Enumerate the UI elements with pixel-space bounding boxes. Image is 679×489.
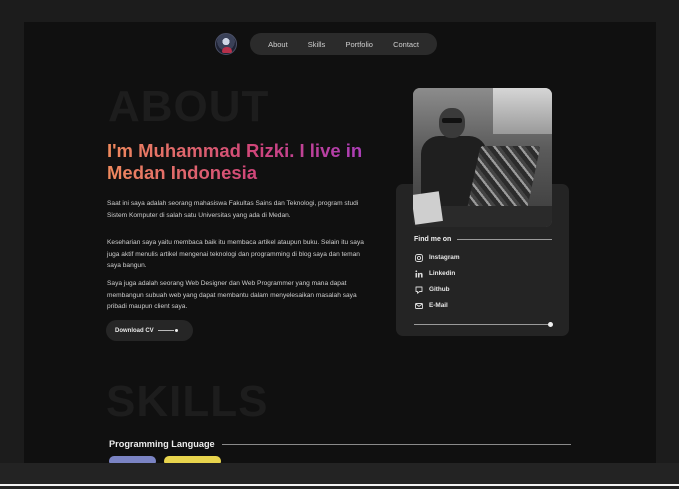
top-nav: About Skills Portfolio Contact — [250, 33, 437, 55]
social-link-label: E-Mail — [429, 302, 448, 309]
about-paragraph-3: Saya juga adalah seorang Web Designer da… — [107, 280, 357, 310]
find-me-header: Find me on — [414, 236, 552, 243]
github-icon — [414, 285, 423, 294]
skill-chip — [109, 456, 156, 463]
divider — [0, 484, 679, 486]
instagram-icon — [414, 253, 423, 262]
social-link-label: Linkedin — [429, 270, 456, 277]
divider — [221, 443, 571, 445]
find-me-title: Find me on — [414, 236, 452, 243]
social-link-label: Github — [429, 286, 450, 293]
avatar[interactable] — [215, 33, 237, 55]
social-link-label: Instagram — [429, 254, 460, 261]
social-link-instagram[interactable]: Instagram — [414, 253, 460, 262]
slider-track — [414, 324, 548, 325]
social-link-github[interactable]: Github — [414, 285, 450, 294]
social-link-email[interactable]: E-Mail — [414, 301, 448, 310]
profile-photo — [413, 88, 552, 227]
email-icon — [414, 301, 423, 310]
nav-contact[interactable]: Contact — [393, 40, 419, 49]
skill-chip — [164, 456, 221, 463]
portfolio-page: About Skills Portfolio Contact ABOUT I'm… — [24, 22, 656, 463]
card-slider[interactable] — [414, 322, 553, 327]
nav-skills[interactable]: Skills — [308, 40, 326, 49]
programming-language-title: Programming Language — [109, 439, 215, 449]
arrow-dot-icon — [174, 329, 178, 332]
nav-about[interactable]: About — [268, 40, 288, 49]
about-paragraph-2: Keseharian saya yaitu membaca baik itu m… — [107, 239, 364, 269]
about-paragraph-1: Saat ini saya adalah seorang mahasiswa F… — [107, 200, 359, 219]
nav-portfolio[interactable]: Portfolio — [345, 40, 373, 49]
social-link-linkedin[interactable]: Linkedin — [414, 269, 455, 278]
skills-ghost-title: SKILLS — [106, 377, 269, 426]
arrow-line-icon — [157, 330, 174, 331]
about-headline: I'm Muhammad Rizki. I live in Medan Indo… — [107, 140, 377, 184]
about-ghost-title: ABOUT — [108, 82, 270, 131]
slider-knob[interactable] — [548, 322, 553, 327]
linkedin-icon — [414, 269, 423, 278]
download-cv-label: Download CV — [115, 327, 154, 334]
browser-bottom-bar — [0, 463, 679, 489]
programming-language-header: Programming Language — [109, 439, 571, 449]
divider — [457, 239, 552, 240]
download-cv-button[interactable]: Download CV — [106, 320, 193, 341]
